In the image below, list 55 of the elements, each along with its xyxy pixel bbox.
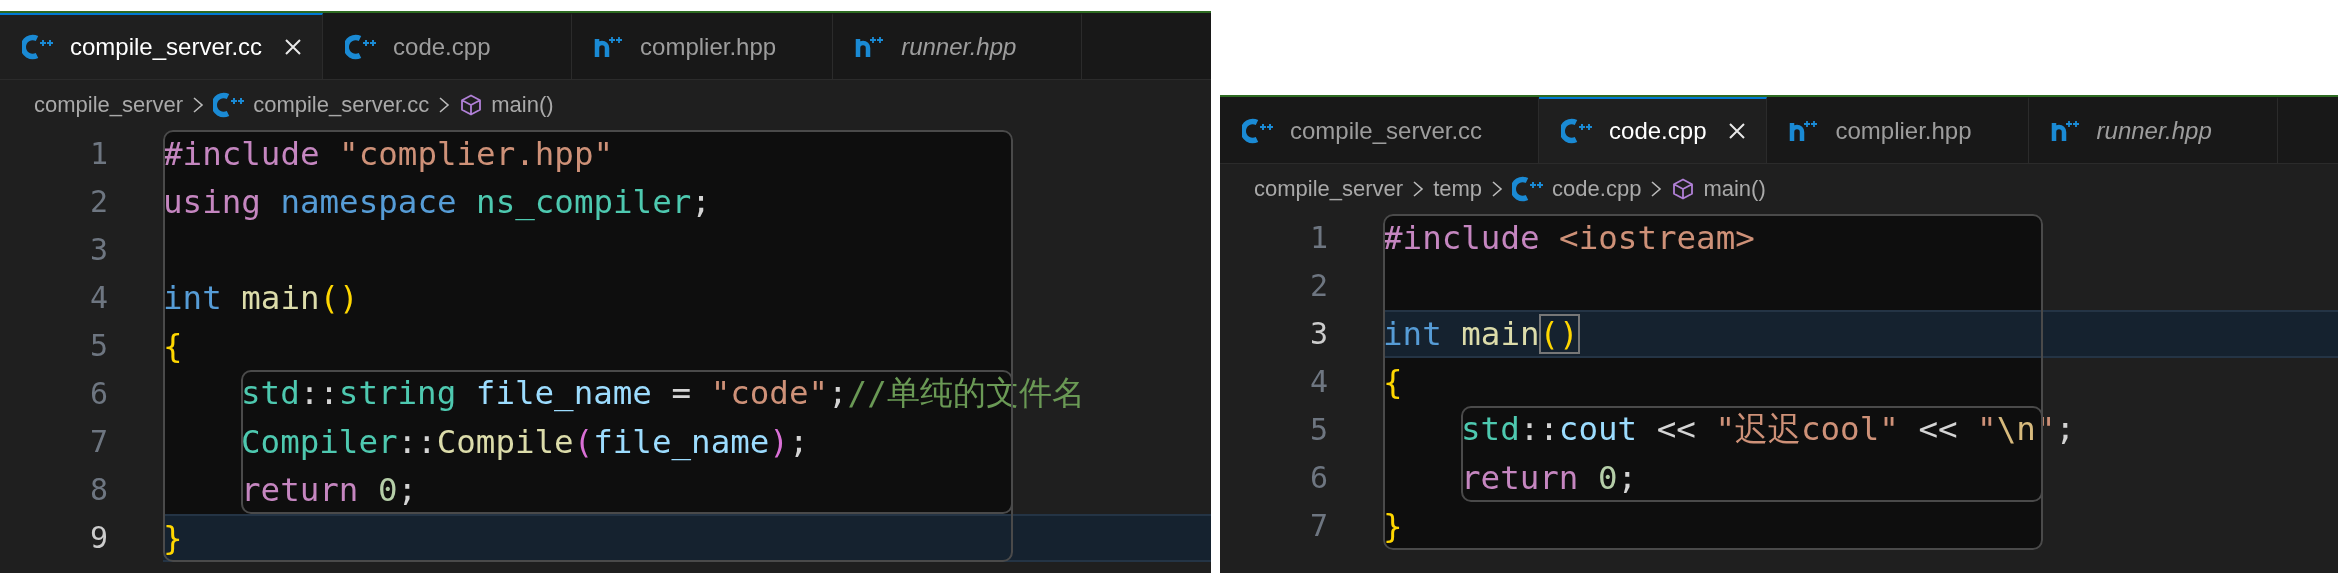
code-line: int main() xyxy=(1383,315,1579,353)
header-file-icon xyxy=(594,34,625,60)
line-number: 4 xyxy=(1308,363,1329,401)
code-line: #include "complier.hpp" xyxy=(163,135,614,173)
header-file-icon xyxy=(2050,118,2081,144)
line-number: 4 xyxy=(88,279,109,317)
line-number: 2 xyxy=(88,183,109,221)
line-number: 7 xyxy=(88,423,109,461)
cpp-file-icon xyxy=(22,33,54,61)
cpp-file-icon xyxy=(345,33,378,61)
tab[interactable]: code.cpp xyxy=(1539,97,1768,163)
line-number: 6 xyxy=(1308,459,1329,497)
line-number: 6 xyxy=(88,375,109,413)
code-line: std::string file_name = "code";//单纯的文件名 xyxy=(241,373,1085,414)
tab[interactable]: compile_server.cc xyxy=(0,13,324,79)
code-line: { xyxy=(1383,363,1403,401)
line-number: 1 xyxy=(1308,219,1329,257)
line-number: 5 xyxy=(88,327,109,365)
line-number: 7 xyxy=(1308,507,1329,545)
code-line: } xyxy=(163,519,183,557)
line-number: 8 xyxy=(88,471,109,509)
chevron-right-icon xyxy=(1490,178,1505,200)
chevron-right-icon xyxy=(437,94,452,116)
line-number: 2 xyxy=(1308,267,1329,305)
cpp-file-icon xyxy=(1242,117,1274,145)
breadcrumb-item[interactable]: main() xyxy=(1671,176,1766,202)
line-number: 3 xyxy=(88,231,109,269)
cpp-file-icon xyxy=(1561,117,1594,145)
line-number: 3 xyxy=(1308,315,1329,353)
chevron-right-icon xyxy=(1649,178,1664,200)
code-line: #include <iostream> xyxy=(1383,219,1755,257)
code-line: return 0; xyxy=(1461,459,1638,497)
breadcrumb-item[interactable]: compile_server.cc xyxy=(213,91,430,119)
chevron-right-icon xyxy=(191,94,206,116)
code-line: Compiler::Compile(file_name); xyxy=(241,423,809,461)
cube-icon xyxy=(459,93,484,117)
code-line: int main() xyxy=(163,279,359,317)
chevron-right-icon xyxy=(1411,178,1426,200)
breadcrumb-item[interactable]: code.cpp xyxy=(1512,175,1642,203)
line-number: 9 xyxy=(88,519,109,557)
cube-icon xyxy=(1671,177,1696,201)
code-line: using namespace ns_compiler; xyxy=(163,183,711,221)
code-line: { xyxy=(163,327,183,365)
code-line: return 0; xyxy=(241,471,418,509)
header-file-icon xyxy=(855,34,886,60)
code-line: } xyxy=(1383,507,1403,545)
breadcrumb-item[interactable]: compile_server xyxy=(34,92,184,118)
line-number: 5 xyxy=(1308,411,1329,449)
cpp-file-icon xyxy=(213,91,246,119)
breadcrumb-item[interactable]: compile_server xyxy=(1254,176,1404,202)
breadcrumb-item[interactable]: main() xyxy=(459,92,554,118)
line-number: 1 xyxy=(88,135,109,173)
cpp-file-icon xyxy=(1512,175,1545,203)
header-file-icon xyxy=(1789,118,1820,144)
breadcrumb-item[interactable]: temp xyxy=(1433,176,1483,202)
